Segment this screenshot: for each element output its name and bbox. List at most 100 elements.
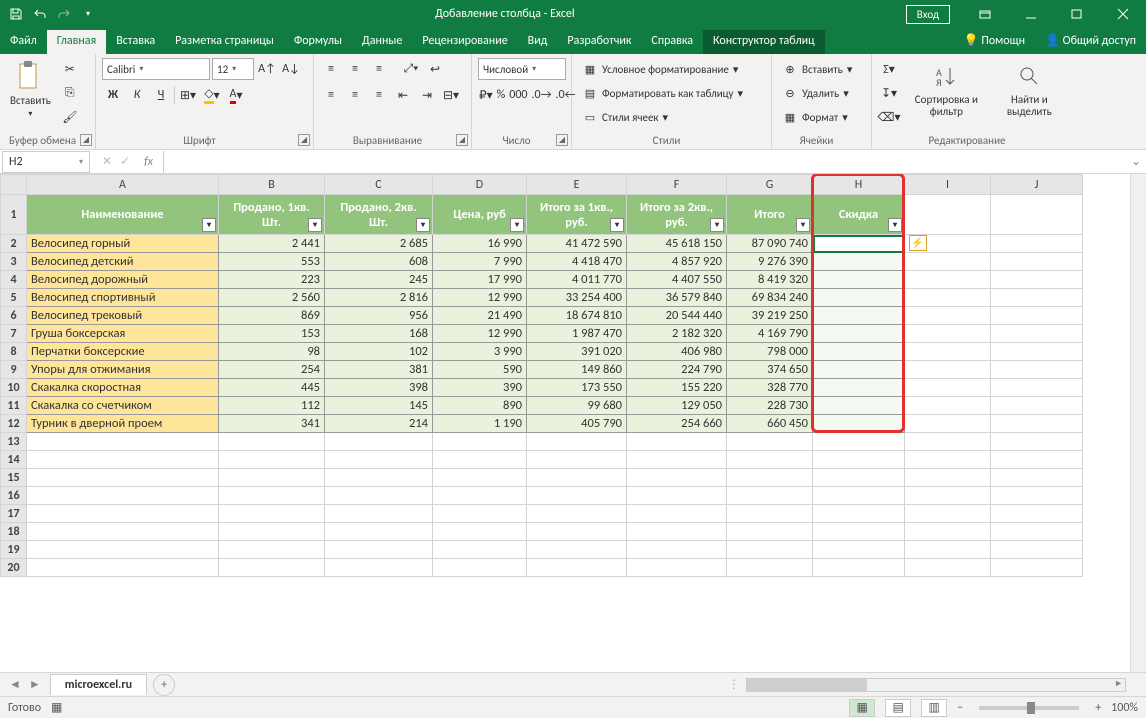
expand-formula-icon[interactable]: ⌄	[1126, 154, 1146, 169]
cell[interactable]	[325, 523, 433, 541]
cell-value[interactable]: 17 990	[433, 271, 527, 289]
tab-file[interactable]: Файл	[0, 30, 47, 54]
cell[interactable]	[905, 343, 991, 361]
border-icon[interactable]: ⊞▾	[177, 84, 199, 106]
shrink-font-icon[interactable]: A↓	[280, 58, 302, 80]
row-header-12[interactable]: 12	[1, 415, 27, 433]
cell-value[interactable]: 102	[325, 343, 433, 361]
cell-value[interactable]: 223	[219, 271, 325, 289]
cell-value[interactable]: 405 790	[527, 415, 627, 433]
table-header[interactable]: Цена, руб▾	[433, 195, 527, 235]
align-center-icon[interactable]: ≡	[344, 84, 366, 106]
format-table-button[interactable]: ▤Форматировать как таблицу ▾	[578, 82, 765, 104]
cell[interactable]	[727, 505, 813, 523]
cell-name[interactable]: Велосипед горный	[27, 235, 219, 253]
align-launcher-icon[interactable]: ◢	[456, 134, 468, 146]
col-header-D[interactable]: D	[433, 175, 527, 195]
indent-left-icon[interactable]: ⇤	[392, 84, 414, 106]
cell[interactable]	[527, 505, 627, 523]
cell[interactable]	[905, 195, 991, 235]
cell-value[interactable]: 36 579 840	[627, 289, 727, 307]
cell[interactable]	[27, 433, 219, 451]
cell[interactable]	[905, 253, 991, 271]
row-header-1[interactable]: 1	[1, 195, 27, 235]
cell-value[interactable]: 381	[325, 361, 433, 379]
cell-value[interactable]: 18 674 810	[527, 307, 627, 325]
row-header-13[interactable]: 13	[1, 433, 27, 451]
cell[interactable]	[27, 451, 219, 469]
cell[interactable]	[991, 433, 1083, 451]
cell-discount[interactable]	[813, 271, 905, 289]
cell-discount[interactable]	[813, 379, 905, 397]
cell[interactable]	[991, 541, 1083, 559]
cell[interactable]	[27, 523, 219, 541]
filter-icon[interactable]: ▾	[710, 218, 724, 232]
cell-value[interactable]: 145	[325, 397, 433, 415]
cell[interactable]	[219, 433, 325, 451]
cell-value[interactable]: 149 860	[527, 361, 627, 379]
table-header[interactable]: Скидка▾	[813, 195, 905, 235]
find-select-button[interactable]: Найти и выделить	[993, 58, 1066, 132]
cell-value[interactable]: 4 857 920	[627, 253, 727, 271]
row-header-7[interactable]: 7	[1, 325, 27, 343]
cell[interactable]	[991, 451, 1083, 469]
cell-value[interactable]: 2 182 320	[627, 325, 727, 343]
cell-value[interactable]: 553	[219, 253, 325, 271]
tab-developer[interactable]: Разработчик	[557, 30, 641, 54]
cell[interactable]	[727, 487, 813, 505]
tab-data[interactable]: Данные	[352, 30, 412, 54]
cell[interactable]	[727, 469, 813, 487]
maximize-icon[interactable]	[1054, 0, 1100, 28]
cell[interactable]	[813, 505, 905, 523]
tellme-button[interactable]: 💡 Помощн	[954, 29, 1035, 54]
cell-value[interactable]: 1 190	[433, 415, 527, 433]
sheet-next-icon[interactable]: ►	[26, 677, 44, 692]
merge-icon[interactable]: ⊟▾	[440, 84, 462, 106]
row-header-10[interactable]: 10	[1, 379, 27, 397]
row-header-15[interactable]: 15	[1, 469, 27, 487]
qat-customize-icon[interactable]: ▾	[78, 4, 98, 24]
tab-table-design[interactable]: Конструктор таблиц	[703, 30, 825, 54]
filter-icon[interactable]: ▾	[416, 218, 430, 232]
cell-discount[interactable]	[813, 361, 905, 379]
cell[interactable]	[727, 433, 813, 451]
cell-value[interactable]: 660 450	[727, 415, 813, 433]
filter-icon[interactable]: ▾	[888, 218, 902, 232]
cell[interactable]	[219, 541, 325, 559]
tab-home[interactable]: Главная	[47, 30, 106, 54]
cell-value[interactable]: 798 000	[727, 343, 813, 361]
row-header-3[interactable]: 3	[1, 253, 27, 271]
cell[interactable]	[219, 451, 325, 469]
cell[interactable]	[219, 505, 325, 523]
row-header-11[interactable]: 11	[1, 397, 27, 415]
align-bottom-icon[interactable]: ≡	[368, 58, 390, 80]
cell[interactable]	[905, 325, 991, 343]
delete-cells-button[interactable]: ⊖Удалить ▾	[778, 82, 865, 104]
cell[interactable]	[991, 505, 1083, 523]
font-launcher-icon[interactable]: ◢	[298, 134, 310, 146]
table-header[interactable]: Продано, 1кв.Шт.▾	[219, 195, 325, 235]
cell[interactable]	[627, 487, 727, 505]
cell[interactable]	[27, 505, 219, 523]
redo-icon[interactable]	[54, 4, 74, 24]
vertical-scrollbar[interactable]	[1130, 174, 1146, 672]
wrap-text-icon[interactable]: ↩	[424, 58, 446, 80]
format-cells-button[interactable]: ▦Формат ▾	[778, 106, 865, 128]
row-header-20[interactable]: 20	[1, 559, 27, 577]
tab-layout[interactable]: Разметка страницы	[165, 30, 284, 54]
filter-icon[interactable]: ▾	[510, 218, 524, 232]
cell-discount[interactable]	[813, 253, 905, 271]
cell-value[interactable]: 20 544 440	[627, 307, 727, 325]
cell-value[interactable]: 214	[325, 415, 433, 433]
cell[interactable]	[991, 253, 1083, 271]
cell[interactable]	[325, 541, 433, 559]
cell-value[interactable]: 33 254 400	[527, 289, 627, 307]
grow-font-icon[interactable]: A↑	[256, 58, 278, 80]
table-header[interactable]: Наименование▾	[27, 195, 219, 235]
cell-value[interactable]: 890	[433, 397, 527, 415]
cell-value[interactable]: 608	[325, 253, 433, 271]
macro-record-icon[interactable]: ▦	[51, 700, 62, 715]
view-normal-icon[interactable]: ▦	[849, 699, 875, 717]
share-button[interactable]: 👤 Общий доступ	[1035, 29, 1146, 54]
add-sheet-icon[interactable]: +	[153, 674, 175, 696]
